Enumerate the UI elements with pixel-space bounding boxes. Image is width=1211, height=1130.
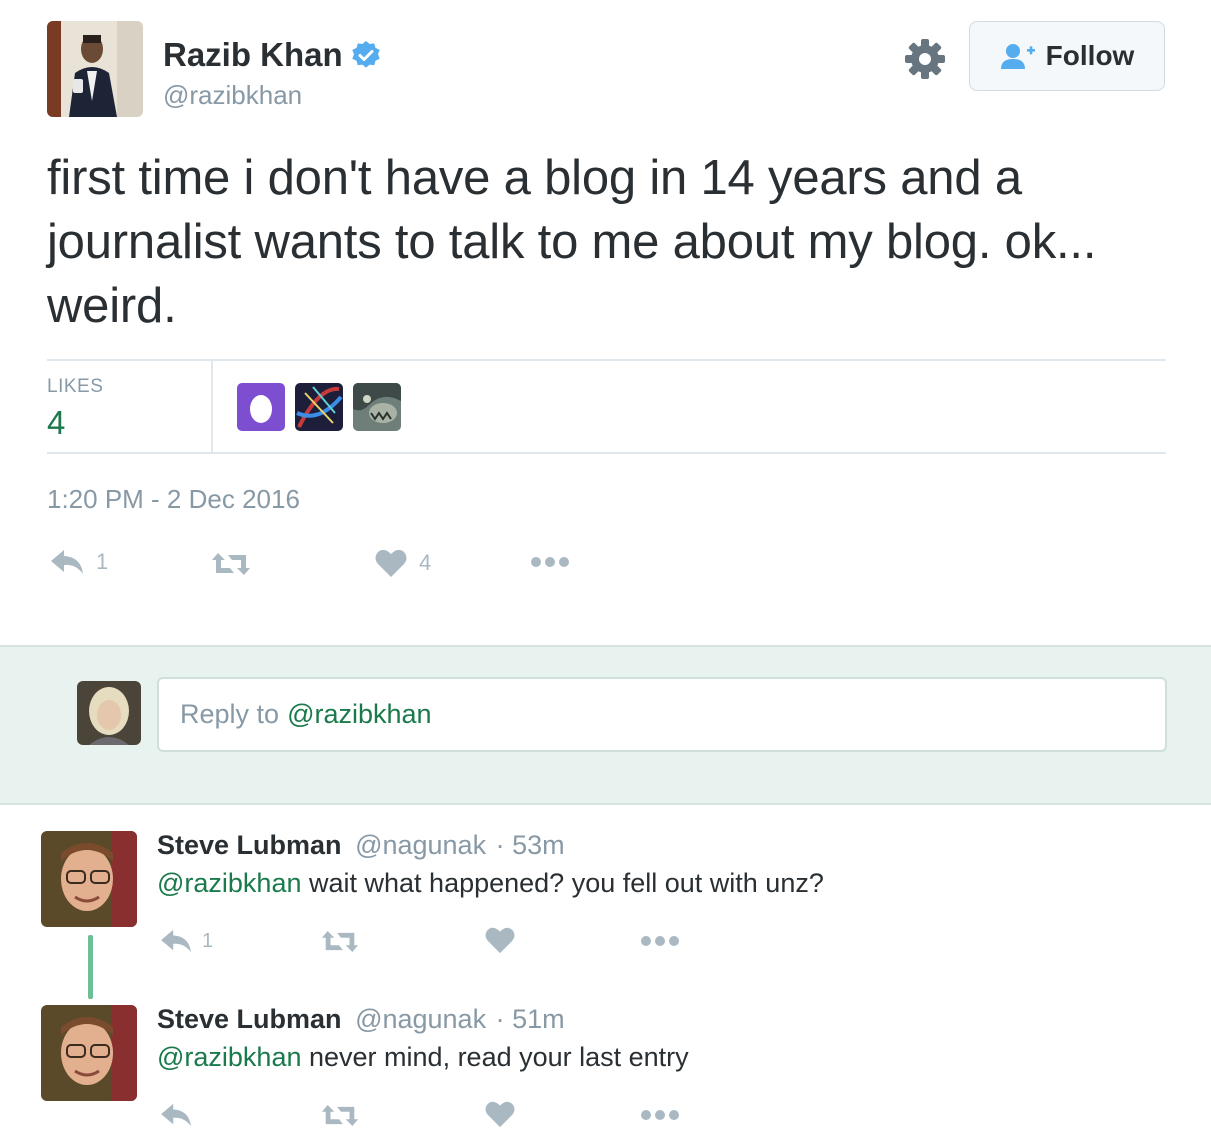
reply-action[interactable]: 1 [160,928,213,954]
reply-time[interactable]: · 51m [496,1004,565,1034]
reply-icon [161,1103,191,1127]
reply-author-avatar[interactable] [41,1005,137,1101]
divider [47,359,1166,361]
follow-button[interactable]: Follow [969,21,1165,91]
liker-avatar-creature[interactable] [353,383,401,431]
divider [47,452,1166,454]
author-handle[interactable]: @razibkhan [163,80,302,111]
gear-icon[interactable] [904,38,946,80]
reply-time[interactable]: · 53m [496,830,565,860]
tweet-text: first time i don't have a blog in 14 yea… [47,151,1097,333]
author-avatar[interactable] [47,21,143,117]
divider [211,361,213,453]
more-dots-icon [531,557,569,567]
more-action[interactable] [530,556,570,568]
reply-icon [161,929,191,953]
more-dots-icon [641,936,679,946]
author-name-text[interactable]: Razib Khan [163,36,343,74]
reply-body: never mind, read your last entry [309,1042,689,1072]
retweet-action[interactable] [320,929,360,954]
liker-avatar-egg[interactable] [237,383,285,431]
reply-count: 1 [202,929,214,952]
like-action[interactable] [485,926,515,954]
reply-placeholder-mention: @razibkhan [287,699,432,729]
heart-icon [485,927,515,954]
reply-author-avatar[interactable] [41,831,137,927]
retweet-action[interactable] [320,1103,360,1128]
reply-header: Steve Lubman @nagunak · 53m [157,830,565,861]
reply-author-handle[interactable]: @nagunak [355,830,486,860]
reply-input[interactable]: Reply to @razibkhan [157,677,1167,752]
reply-text: @razibkhan wait what happened? you fell … [157,868,824,899]
reply-header: Steve Lubman @nagunak · 51m [157,1004,565,1035]
reply-mention[interactable]: @razibkhan [157,1042,301,1072]
retweet-icon [321,1105,359,1126]
reply-action[interactable] [160,1102,202,1128]
reply-author-name[interactable]: Steve Lubman [157,830,342,860]
reply-author-name[interactable]: Steve Lubman [157,1004,342,1034]
likes-label: LIKES [47,376,104,397]
verified-badge-icon [351,41,380,68]
current-user-avatar [77,681,141,745]
reply-action[interactable]: 1 [50,548,108,576]
reply-icon [51,550,83,574]
heart-icon [485,1101,515,1128]
more-dots-icon [641,1110,679,1120]
reply-count: 1 [96,549,109,574]
like-action[interactable]: 4 [375,548,431,578]
reply-author-handle[interactable]: @nagunak [355,1004,486,1034]
follow-label: Follow [1045,40,1135,71]
heart-icon [375,549,407,577]
reply-placeholder-prefix: Reply to [180,699,280,729]
liker-avatar-dna[interactable] [295,383,343,431]
reply-text: @razibkhan never mind, read your last en… [157,1042,689,1073]
author-name[interactable]: Razib Khan [163,36,381,74]
reply-body: wait what happened? you fell out with un… [309,868,824,898]
retweet-icon [212,553,250,575]
reply-mention[interactable]: @razibkhan [157,868,301,898]
like-action[interactable] [485,1100,515,1128]
thread-connector [88,935,93,999]
retweet-icon [321,931,359,952]
more-action[interactable] [640,935,680,947]
retweet-action[interactable] [210,551,264,577]
add-user-icon [1000,44,1035,69]
like-count: 4 [419,550,432,575]
tweet-timestamp[interactable]: 1:20 PM - 2 Dec 2016 [47,484,300,515]
more-action[interactable] [640,1109,680,1121]
likes-count[interactable]: 4 [47,404,65,442]
